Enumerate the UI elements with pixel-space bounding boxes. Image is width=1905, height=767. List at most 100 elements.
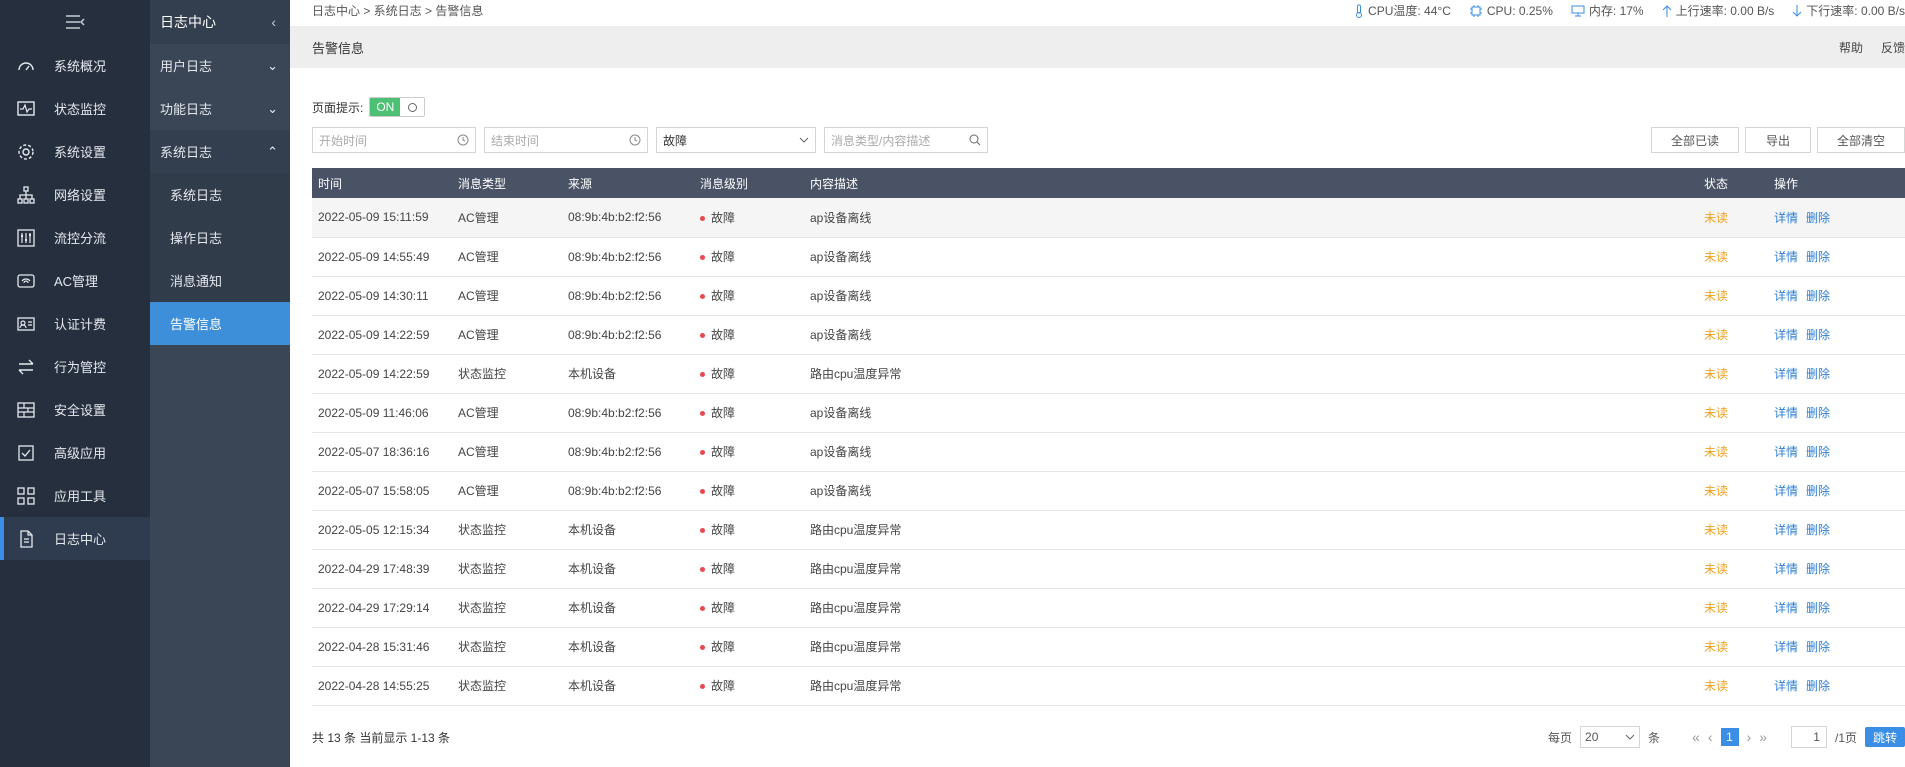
subnav-group-function-log[interactable]: 功能日志 ⌄	[150, 87, 290, 130]
menu-toggle-icon[interactable]	[0, 0, 150, 44]
detail-link[interactable]: 详情	[1774, 289, 1798, 303]
end-time-field[interactable]: 结束时间	[484, 127, 648, 153]
cell-time-text: 2022-05-07 15:58:05	[318, 483, 430, 498]
chevron-down-icon: ⌄	[267, 100, 278, 116]
delete-link[interactable]: 删除	[1806, 445, 1830, 459]
cell-type-text: 状态监控	[458, 601, 507, 615]
delete-link[interactable]: 删除	[1806, 406, 1830, 420]
detail-link[interactable]: 详情	[1774, 367, 1798, 381]
sidebar-item[interactable]: 安全设置	[0, 388, 150, 431]
cell-desc-text: 路由cpu温度异常	[810, 523, 902, 537]
delete-link[interactable]: 删除	[1806, 211, 1830, 225]
delete-link[interactable]: 删除	[1806, 562, 1830, 576]
feedback-link[interactable]: 反馈	[1881, 39, 1905, 56]
cell-level-text: 故障	[711, 250, 736, 264]
sidebar-item[interactable]: 系统设置	[0, 130, 150, 173]
table-row: 2022-05-09 14:22:59 状态监控 本机设备 故障 路由cpu温度异常 未读…	[312, 354, 1905, 393]
cpu-temp-stat: CPU温度: 44°C	[1354, 2, 1451, 19]
delete-link[interactable]: 删除	[1806, 289, 1830, 303]
search-input[interactable]: 消息类型/内容描述	[824, 127, 988, 153]
sidebar-item[interactable]: 网络设置	[0, 173, 150, 216]
delete-link[interactable]: 删除	[1806, 484, 1830, 498]
current-page-button[interactable]: 1	[1720, 728, 1739, 746]
clear-all-button[interactable]: 全部清空	[1817, 127, 1905, 153]
sidebar-item[interactable]: 日志中心	[0, 517, 150, 560]
cell-actions: 详情 删除	[1768, 237, 1905, 276]
collapse-icon[interactable]: ‹	[271, 14, 276, 30]
cell-desc-text: 路由cpu温度异常	[810, 640, 902, 654]
detail-link[interactable]: 详情	[1774, 562, 1798, 576]
mark-all-read-button[interactable]: 全部已读	[1651, 127, 1739, 153]
fault-dot-icon	[700, 489, 705, 495]
next-page-icon[interactable]: ›	[1747, 729, 1752, 745]
detail-link[interactable]: 详情	[1774, 406, 1798, 420]
detail-link[interactable]: 详情	[1774, 523, 1798, 537]
detail-link[interactable]: 详情	[1774, 640, 1798, 654]
subnav-group-user-log[interactable]: 用户日志 ⌄	[150, 44, 290, 87]
start-time-field[interactable]: 开始时间	[312, 127, 476, 153]
detail-link[interactable]: 详情	[1774, 445, 1798, 459]
sidebar-item[interactable]: 系统概况	[0, 44, 150, 87]
hint-toggle[interactable]: ON	[369, 97, 426, 117]
cell-time: 2022-04-29 17:29:14	[312, 588, 452, 627]
per-page-select[interactable]: 20	[1580, 726, 1641, 748]
delete-link[interactable]: 删除	[1806, 679, 1830, 693]
cpu-stat: CPU: 0.25%	[1469, 4, 1553, 18]
sidebar-item-label: AC管理	[54, 274, 99, 289]
subnav-item-alarms[interactable]: 告警信息	[150, 302, 290, 345]
detail-link[interactable]: 详情	[1774, 484, 1798, 498]
cell-source-text: 本机设备	[568, 523, 617, 537]
cell-time-text: 2022-05-05 12:15:34	[318, 522, 430, 537]
subnav-group-system-log[interactable]: 系统日志 ⌃	[150, 130, 290, 173]
page-input[interactable]: 1	[1790, 726, 1827, 748]
detail-link[interactable]: 详情	[1774, 211, 1798, 225]
cell-time: 2022-05-09 14:30:11	[312, 276, 452, 315]
cell-status-text: 未读	[1704, 679, 1729, 693]
delete-link[interactable]: 删除	[1806, 601, 1830, 615]
sidebar-item[interactable]: 行为管控	[0, 345, 150, 388]
detail-link[interactable]: 详情	[1774, 601, 1798, 615]
export-button[interactable]: 导出	[1745, 127, 1811, 153]
detail-link[interactable]: 详情	[1774, 679, 1798, 693]
delete-link[interactable]: 删除	[1806, 523, 1830, 537]
subnav-group-label: 功能日志	[160, 102, 213, 117]
cell-level-text: 故障	[711, 640, 736, 654]
subnav-group-label: 用户日志	[160, 59, 213, 74]
cell-source: 08:9b:4b:b2:f2:56	[562, 393, 694, 432]
cell-level-text: 故障	[711, 562, 736, 576]
cell-actions: 详情 删除	[1768, 666, 1905, 705]
last-page-icon[interactable]: »	[1759, 729, 1767, 745]
subnav-item-system-log[interactable]: 系统日志	[150, 173, 290, 216]
level-select[interactable]: 故障	[656, 127, 816, 153]
arrow-down-icon	[1792, 4, 1802, 17]
sidebar-item[interactable]: AC管理	[0, 259, 150, 302]
sidebar-item[interactable]: 高级应用	[0, 431, 150, 474]
delete-link[interactable]: 删除	[1806, 640, 1830, 654]
note-icon	[14, 441, 38, 465]
sidebar-item[interactable]: 认证计费	[0, 302, 150, 345]
detail-link[interactable]: 详情	[1774, 328, 1798, 342]
cell-desc: ap设备离线	[804, 198, 1698, 237]
wifi-icon	[14, 269, 38, 293]
subnav-item-operation-log[interactable]: 操作日志	[150, 216, 290, 259]
subnav-item-notifications[interactable]: 消息通知	[150, 259, 290, 302]
jump-button[interactable]: 跳转	[1865, 727, 1905, 747]
delete-link[interactable]: 删除	[1806, 367, 1830, 381]
delete-link[interactable]: 删除	[1806, 328, 1830, 342]
detail-link[interactable]: 详情	[1774, 250, 1798, 264]
delete-link[interactable]: 删除	[1806, 250, 1830, 264]
sidebar-item-label: 应用工具	[54, 489, 107, 504]
cell-desc-text: ap设备离线	[810, 328, 872, 342]
sidebar-item[interactable]: 状态监控	[0, 87, 150, 130]
first-page-icon[interactable]: «	[1692, 729, 1700, 745]
fault-dot-icon	[700, 645, 705, 651]
cell-source: 08:9b:4b:b2:f2:56	[562, 432, 694, 471]
sidebar-item[interactable]: 流控分流	[0, 216, 150, 259]
help-link[interactable]: 帮助	[1839, 39, 1863, 56]
cell-desc-text: 路由cpu温度异常	[810, 601, 902, 615]
cell-actions: 详情 删除	[1768, 393, 1905, 432]
search-icon[interactable]	[969, 134, 981, 146]
prev-page-icon[interactable]: ‹	[1708, 729, 1713, 745]
sidebar-item[interactable]: 应用工具	[0, 474, 150, 517]
cell-source: 08:9b:4b:b2:f2:56	[562, 276, 694, 315]
